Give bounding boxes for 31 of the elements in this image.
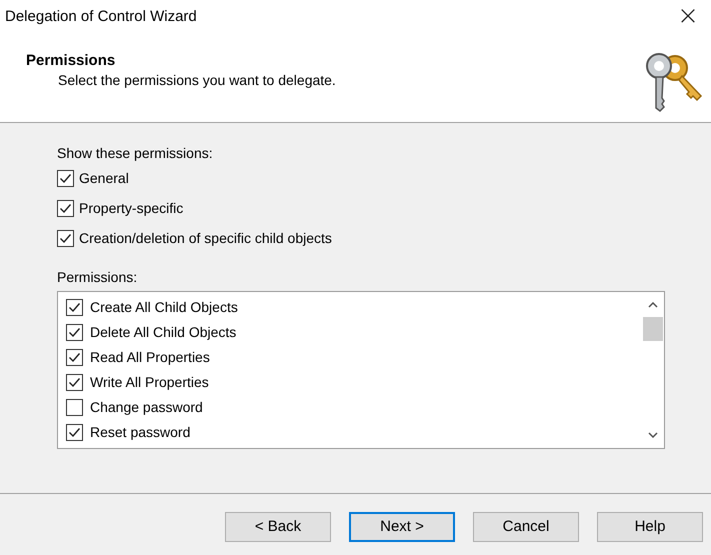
- wizard-button[interactable]: < Back: [225, 512, 331, 542]
- scroll-thumb[interactable]: [643, 317, 663, 341]
- filter-label: Show these permissions:: [57, 145, 214, 161]
- checkbox-label[interactable]: General: [79, 170, 129, 186]
- checkbox[interactable]: [66, 424, 83, 440]
- checkbox-label[interactable]: Create All Child Objects: [90, 299, 238, 315]
- window-title: Delegation of Control Wizard: [5, 8, 197, 24]
- scroll-up-icon[interactable]: [648, 302, 658, 308]
- wizard-button[interactable]: Help: [597, 512, 703, 542]
- wizard-button[interactable]: Cancel: [473, 512, 579, 542]
- checkbox-label[interactable]: Creation/deletion of specific child objects: [79, 230, 332, 246]
- checkbox[interactable]: [57, 230, 74, 246]
- checkbox-label[interactable]: Read All Properties: [90, 349, 210, 365]
- wizard-button[interactable]: Next >: [349, 512, 455, 542]
- checkbox[interactable]: [66, 374, 83, 390]
- close-button[interactable]: ×: [665, 0, 711, 32]
- checkbox[interactable]: [57, 170, 74, 186]
- permissions-label: Permissions:: [57, 269, 138, 285]
- checkbox[interactable]: [66, 298, 83, 316]
- checkbox-label[interactable]: Reset password: [90, 424, 190, 440]
- checkbox-label[interactable]: Delete All Child Objects: [90, 324, 236, 340]
- checkbox-label[interactable]: Write All Properties: [90, 374, 209, 390]
- checkbox-label[interactable]: Property-specific: [79, 200, 184, 216]
- page-title: Permissions: [26, 52, 116, 69]
- page-subtitle: Select the permissions you want to delegate.: [57, 72, 336, 88]
- checkbox[interactable]: [66, 398, 83, 416]
- checkbox-label[interactable]: Change password: [90, 399, 203, 415]
- checkbox[interactable]: [66, 324, 83, 340]
- scroll-down-icon[interactable]: [648, 432, 658, 438]
- checkbox[interactable]: [57, 200, 74, 216]
- checkbox[interactable]: [66, 348, 83, 366]
